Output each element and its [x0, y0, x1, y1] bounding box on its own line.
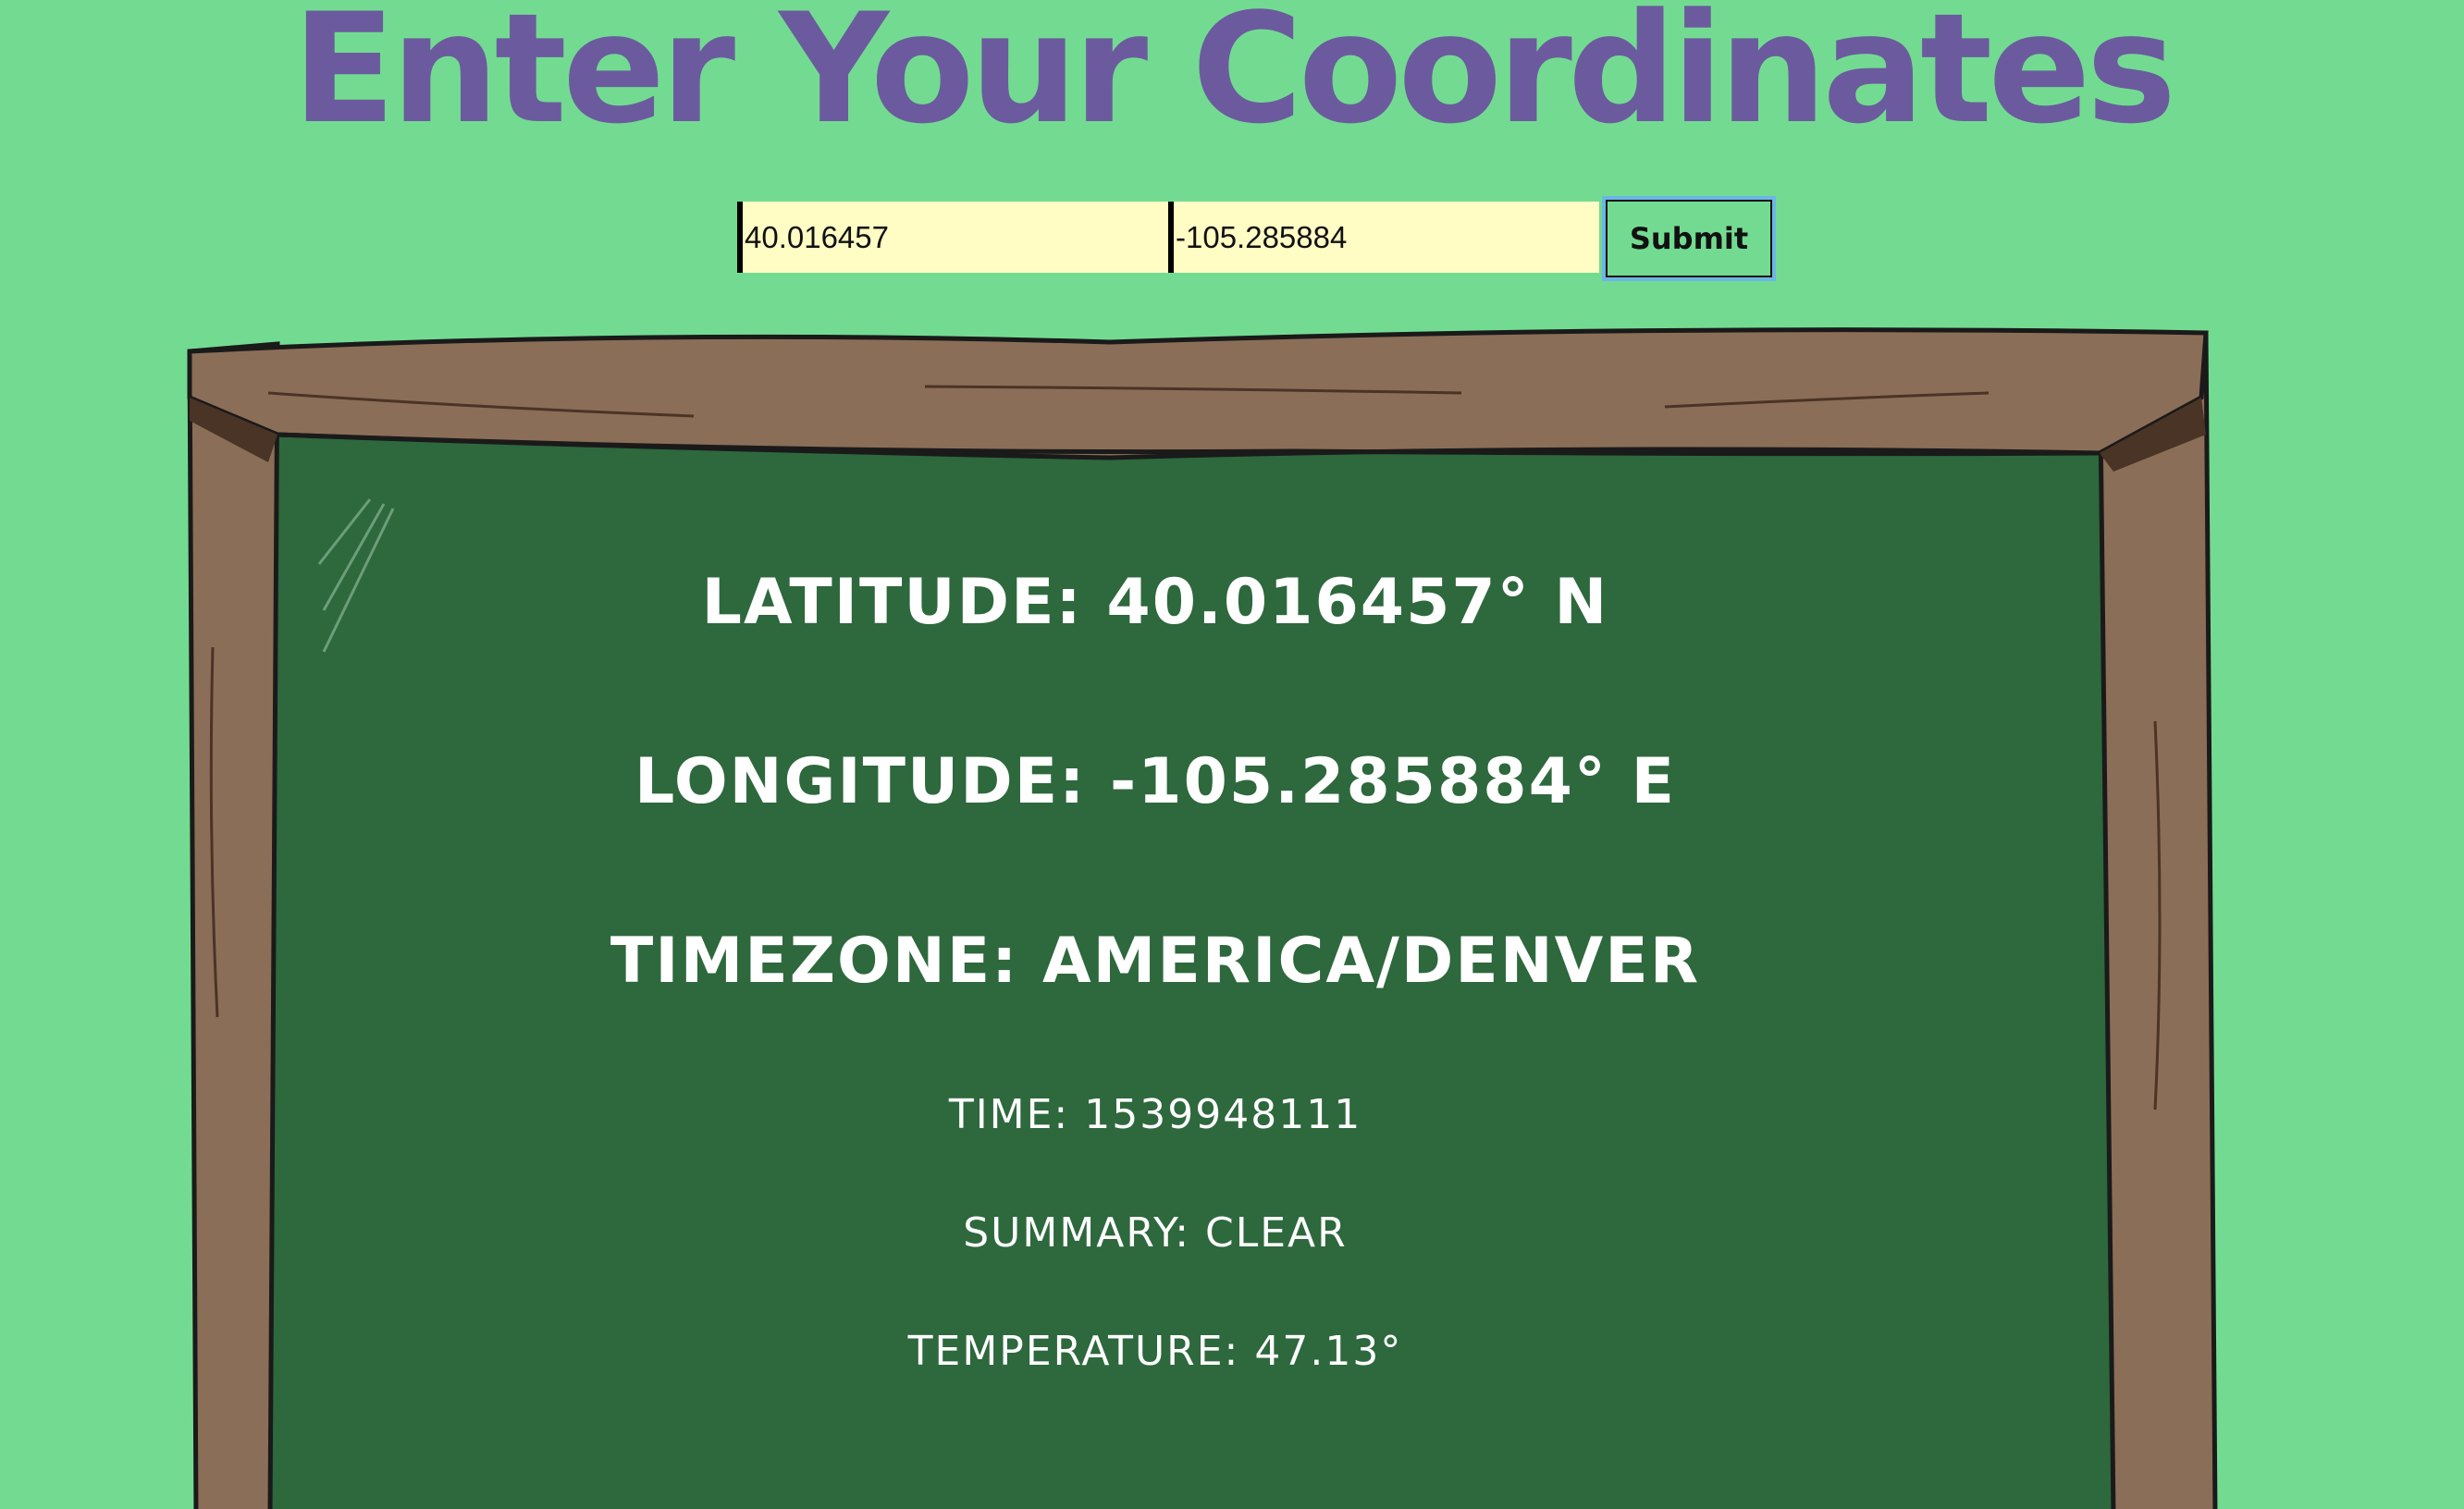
temperature-readout: TEMPERATURE: 47.13°	[907, 1328, 1403, 1375]
page: Enter Your Coordinates Submit	[0, 0, 2464, 1509]
summary-readout: SUMMARY: CLEAR	[963, 1209, 1348, 1257]
timezone-readout: TIMEZONE: AMERICA/DENVER	[610, 925, 1701, 998]
time-readout: TIME: 1539948111	[948, 1091, 1362, 1138]
latitude-readout: LATITUDE: 40.016457° N	[701, 566, 1609, 639]
longitude-readout: LONGITUDE: -105.285884° E	[634, 745, 1677, 818]
